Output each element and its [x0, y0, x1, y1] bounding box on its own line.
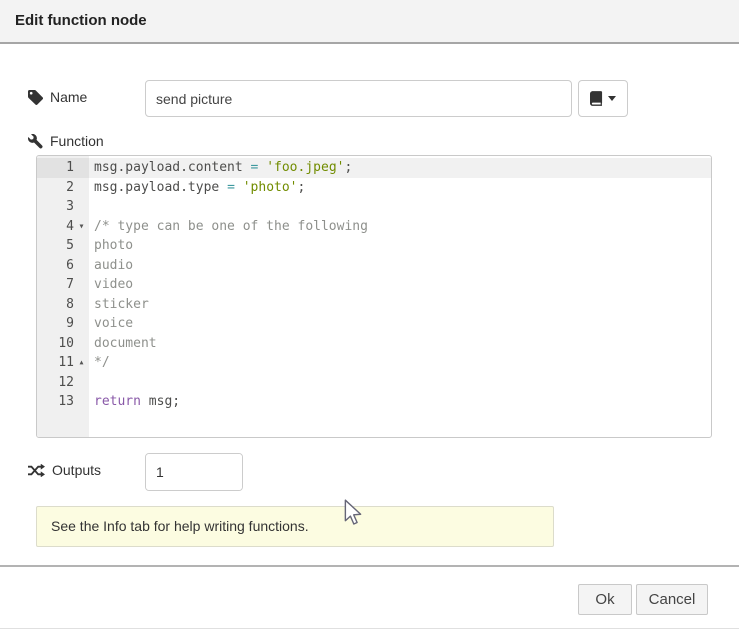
- edit-function-node-dialog: Edit function node Name Function 1234▾56…: [0, 0, 739, 630]
- code-line[interactable]: sticker: [89, 295, 711, 315]
- library-button[interactable]: [578, 80, 628, 117]
- gutter-line-number: 9: [37, 314, 89, 334]
- info-tip-text: See the Info tab for help writing functi…: [51, 518, 309, 534]
- tag-icon: [28, 90, 43, 105]
- function-code-editor[interactable]: 1234▾567891011▴1213 msg.payload.content …: [36, 155, 712, 438]
- code-line[interactable]: photo: [89, 236, 711, 256]
- gutter-line-number: 13: [37, 392, 89, 412]
- dialog-title: Edit function node: [0, 0, 739, 44]
- gutter-line-number: 7: [37, 275, 89, 295]
- shuffle-icon: [28, 464, 45, 477]
- gutter-line-number: 11▴: [37, 353, 89, 373]
- info-tip-box: See the Info tab for help writing functi…: [36, 506, 554, 547]
- dialog-footer: Ok Cancel: [0, 565, 739, 627]
- book-icon: [590, 91, 603, 106]
- cancel-button[interactable]: Cancel: [636, 584, 708, 615]
- function-label: Function: [28, 133, 104, 149]
- fold-end-icon[interactable]: ▴: [74, 353, 89, 373]
- code-line[interactable]: /* type can be one of the following: [89, 217, 711, 237]
- wrench-icon: [28, 134, 43, 149]
- code-line[interactable]: msg.payload.type = 'photo';: [89, 178, 711, 198]
- gutter-line-number: 10: [37, 334, 89, 354]
- name-label-text: Name: [50, 89, 87, 105]
- code-line[interactable]: */: [89, 353, 711, 373]
- gutter-line-number: 6: [37, 256, 89, 276]
- outputs-input[interactable]: [146, 454, 243, 490]
- editor-code[interactable]: msg.payload.content = 'foo.jpeg';msg.pay…: [89, 156, 711, 437]
- gutter-line-number: 1: [37, 158, 89, 178]
- gutter-line-number: 12: [37, 373, 89, 393]
- code-line[interactable]: audio: [89, 256, 711, 276]
- outputs-label: Outputs: [28, 462, 101, 478]
- code-line[interactable]: [89, 197, 711, 217]
- gutter-line-number: 8: [37, 295, 89, 315]
- dialog-bottom-edge: [0, 628, 739, 629]
- code-line[interactable]: voice: [89, 314, 711, 334]
- code-line[interactable]: msg.payload.content = 'foo.jpeg';: [89, 158, 711, 178]
- ok-button[interactable]: Ok: [578, 584, 632, 615]
- function-label-text: Function: [50, 133, 104, 149]
- gutter-line-number: 3: [37, 197, 89, 217]
- name-input[interactable]: [145, 80, 572, 117]
- outputs-label-text: Outputs: [52, 462, 101, 478]
- fold-open-icon[interactable]: ▾: [74, 217, 89, 237]
- code-line[interactable]: return msg;: [89, 392, 711, 412]
- outputs-spinner: ▲ ▼: [145, 453, 243, 491]
- name-label: Name: [28, 89, 87, 105]
- code-line[interactable]: document: [89, 334, 711, 354]
- editor-gutter: 1234▾567891011▴1213: [37, 156, 89, 437]
- gutter-line-number: 2: [37, 178, 89, 198]
- caret-down-icon: [608, 96, 616, 101]
- code-line[interactable]: video: [89, 275, 711, 295]
- code-line[interactable]: [89, 373, 711, 393]
- gutter-line-number: 4▾: [37, 217, 89, 237]
- gutter-line-number: 5: [37, 236, 89, 256]
